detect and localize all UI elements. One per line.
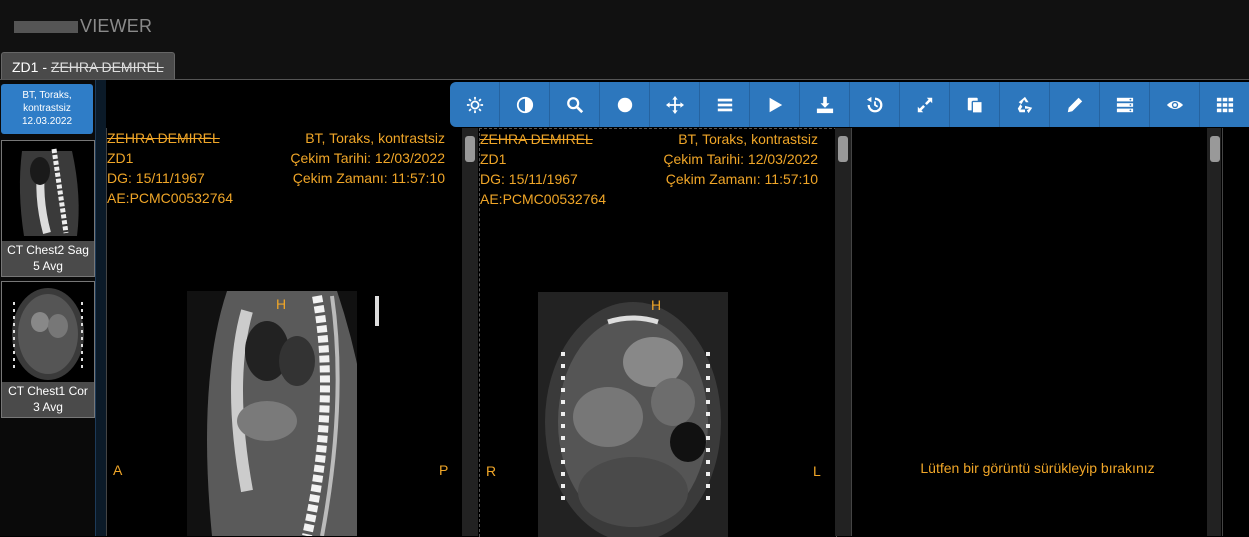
copy-icon[interactable]: [950, 82, 1000, 127]
eye-icon[interactable]: [1150, 82, 1200, 127]
series-list-icon[interactable]: [1100, 82, 1150, 127]
toolbar: [450, 82, 1249, 127]
overlay-top-right: BT, Toraks, kontrastsiz Çekim Tarihi: 12…: [290, 128, 445, 188]
study-description: BT, Toraks, kontrastsiz: [678, 131, 818, 147]
play-icon[interactable]: [750, 82, 800, 127]
viewport3-scrollbar[interactable]: [1207, 128, 1221, 536]
study-description: BT, Toraks, kontrastsiz: [305, 130, 445, 146]
orientation-top: H: [651, 297, 662, 313]
overlay-top-right: BT, Toraks, kontrastsiz Çekim Tarihi: 12…: [663, 129, 818, 189]
study-card[interactable]: BT, Toraks, kontrastsiz 12.03.2022: [1, 84, 93, 134]
study-date: Çekim Tarihi: 12/03/2022: [663, 151, 818, 167]
patient-tab[interactable]: ZD1 - ZEHRA DEMIREL: [1, 52, 175, 79]
study-date: 12.03.2022: [21, 116, 73, 127]
download-icon[interactable]: [800, 82, 850, 127]
brightness-icon[interactable]: [450, 82, 500, 127]
coronal-image: [538, 292, 728, 537]
series-thumbnail-cor[interactable]: CT Chest1 Cor 3 Avg: [1, 281, 95, 418]
viewport-sagittal[interactable]: ZEHRA DEMIREL ZD1 DG: 15/11/1967 AE:PCMC…: [106, 128, 463, 536]
pan-icon[interactable]: [650, 82, 700, 127]
recycle-icon[interactable]: [1000, 82, 1050, 127]
viewport2-scrollbar[interactable]: [835, 128, 851, 536]
orientation-top: H: [276, 296, 287, 312]
app-title: VIEWER: [14, 16, 152, 37]
reset-icon[interactable]: [850, 82, 900, 127]
orientation-right: P: [439, 462, 449, 478]
right-edge: [1222, 128, 1249, 536]
study-time: Çekim Zamanı: 11:57:10: [292, 170, 445, 186]
accession-number: AE:PCMC00532764: [107, 190, 234, 206]
sagittal-image: [187, 291, 387, 536]
zoom-icon[interactable]: [550, 82, 600, 127]
scroll-thumb[interactable]: [838, 136, 848, 162]
series-label: CT Chest2 Sag 5 Avg: [2, 241, 94, 276]
scroll-thumb[interactable]: [1210, 136, 1220, 162]
tab-prefix: ZD1 -: [12, 59, 51, 75]
study-line2: kontrastsiz: [23, 103, 71, 114]
patient-id: ZD1: [480, 151, 507, 167]
series-label: CT Chest1 Cor 3 Avg: [2, 382, 94, 417]
viewport1-scrollbar[interactable]: [462, 128, 478, 536]
birth-date: DG: 15/11/1967: [107, 170, 205, 186]
birth-date: DG: 15/11/1967: [480, 171, 578, 187]
study-date: Çekim Tarihi: 12/03/2022: [290, 150, 445, 166]
study-time: Çekim Zamanı: 11:57:10: [665, 171, 818, 187]
orientation-left: R: [486, 463, 497, 479]
contrast-icon[interactable]: [500, 82, 550, 127]
viewport-empty[interactable]: Lütfen bir görüntü sürükleyip bırakınız: [851, 128, 1223, 536]
patient-id: ZD1: [107, 150, 134, 166]
overlay-top-left: ZEHRA DEMIREL ZD1 DG: 15/11/1967 AE:PCMC…: [480, 129, 606, 209]
study-line1: BT, Toraks,: [22, 90, 72, 101]
pencil-icon[interactable]: [1050, 82, 1100, 127]
fullscreen-icon[interactable]: [900, 82, 950, 127]
patient-name: ZEHRA DEMIREL: [107, 130, 220, 146]
series-thumb-image: [2, 141, 94, 241]
patient-name: ZEHRA DEMIREL: [480, 131, 593, 147]
tab-patient-name: ZEHRA DEMIREL: [50, 59, 164, 75]
accession-number: AE:PCMC00532764: [480, 191, 607, 207]
viewport-coronal[interactable]: ZEHRA DEMIREL ZD1 DG: 15/11/1967 AE:PCMC…: [479, 128, 837, 537]
tab-divider: [0, 79, 1249, 80]
orientation-left: A: [113, 462, 123, 478]
menu-icon[interactable]: [700, 82, 750, 127]
series-thumbnail-sag[interactable]: CT Chest2 Sag 5 Avg: [1, 140, 95, 277]
circle-icon[interactable]: [600, 82, 650, 127]
scroll-thumb[interactable]: [465, 136, 475, 162]
top-bar: VIEWER ZD1 - ZEHRA DEMIREL: [0, 0, 1249, 80]
drop-message: Lütfen bir görüntü sürükleyip bırakınız: [920, 460, 1155, 476]
overlay-top-left: ZEHRA DEMIREL ZD1 DG: 15/11/1967 AE:PCMC…: [107, 128, 233, 208]
series-thumb-image: [2, 282, 94, 382]
grid-layout-icon[interactable]: [1200, 82, 1249, 127]
sidebar-scrollbar[interactable]: [95, 80, 106, 536]
redacted-brand: [14, 21, 78, 34]
orientation-right: L: [813, 463, 821, 479]
